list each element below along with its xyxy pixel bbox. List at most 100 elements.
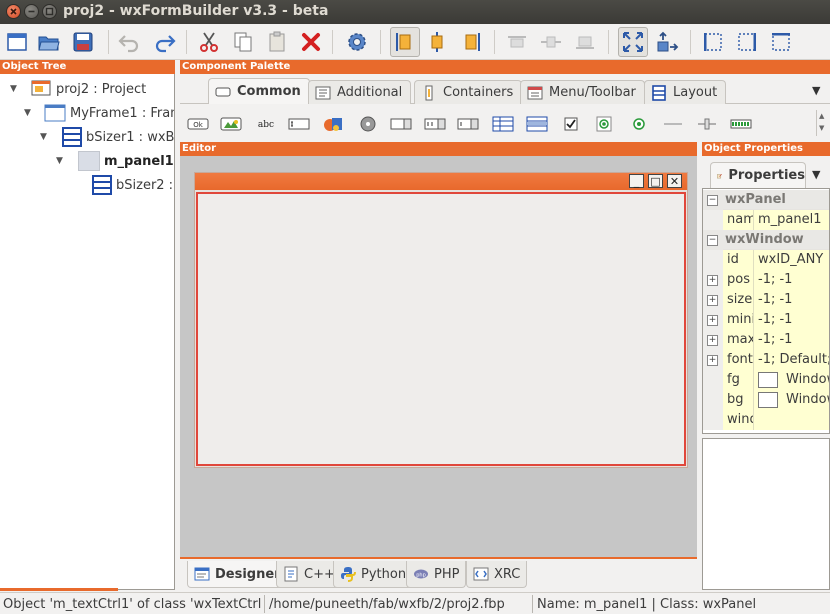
list-view-component-icon[interactable] [524, 114, 550, 134]
property-row-maximum-size[interactable]: +maximum_size-1; -1 [703, 330, 829, 350]
tab-xrc[interactable]: XRC [466, 561, 528, 588]
list-ctrl-component-icon[interactable] [455, 114, 481, 134]
combo-box-component-icon[interactable] [355, 114, 381, 134]
collapse-arrow-icon[interactable]: ▼ [56, 156, 66, 166]
align-center-v-button[interactable] [536, 27, 566, 57]
collapse-arrow-icon[interactable]: ▼ [40, 132, 50, 142]
text-ctrl-component-icon[interactable] [286, 114, 312, 134]
property-value[interactable]: wxID_ANY [753, 250, 829, 270]
collapse-icon[interactable]: − [707, 235, 718, 246]
tab-designer[interactable]: Designer [187, 561, 288, 588]
property-row-size[interactable]: + size -1; -1 [703, 290, 829, 310]
align-center-h-button[interactable] [422, 27, 452, 57]
scroll-down-icon[interactable]: ▼ [817, 122, 828, 134]
tree-item-frame[interactable]: ▼ MyFrame1 : Frame [24, 101, 174, 125]
properties-dropdown-icon[interactable]: ▼ [812, 168, 820, 181]
gauge-component-icon[interactable] [728, 114, 754, 134]
scroll-up-icon[interactable]: ▲ [817, 110, 828, 122]
grid-component-icon[interactable] [490, 114, 516, 134]
object-tree[interactable]: ▼ proj2 : Project ▼ MyFrame1 : Frame ▼ b… [0, 74, 175, 590]
property-value[interactable]: -1; -1 [753, 330, 829, 350]
tab-cpp[interactable]: C++ [276, 561, 342, 588]
static-text-component-icon[interactable]: abc [253, 114, 279, 134]
tab-additional[interactable]: Additional [308, 80, 412, 104]
property-row-minimum-size[interactable]: +minimum_size-1; -1 [703, 310, 829, 330]
tab-containers[interactable]: Containers [414, 80, 523, 104]
cut-button[interactable] [194, 27, 224, 57]
tab-properties[interactable]: Properties [710, 162, 806, 188]
property-row-pos[interactable]: + pos -1; -1 [703, 270, 829, 290]
new-project-button[interactable] [2, 27, 32, 57]
property-row-id[interactable]: id wxID_ANY [703, 250, 829, 270]
property-row-window-name[interactable]: window_name [703, 410, 829, 430]
property-value[interactable]: Window [753, 390, 829, 410]
panel-m-panel1[interactable] [196, 192, 686, 466]
expand-icon[interactable]: + [707, 315, 718, 326]
collapse-arrow-icon[interactable]: ▼ [10, 84, 20, 94]
tab-menu-toolbar[interactable]: Menu/Toolbar [520, 80, 645, 104]
button-component-icon[interactable]: Ok [185, 114, 211, 134]
radio-button-component-icon[interactable] [626, 114, 652, 134]
border-all-button[interactable] [766, 27, 796, 57]
property-category-wxwindow[interactable]: − wxWindow [703, 230, 829, 250]
checkbox-component-icon[interactable] [558, 114, 584, 134]
color-swatch[interactable] [758, 371, 778, 388]
expand-icon[interactable]: + [707, 355, 718, 366]
tree-item-bsizer2[interactable]: bSizer2 : wxBoxSizer [92, 173, 174, 197]
property-row-fg[interactable]: fg Window [703, 370, 829, 390]
property-value[interactable] [753, 410, 829, 430]
align-right-button[interactable] [456, 27, 486, 57]
paste-button[interactable] [262, 27, 292, 57]
property-row-bg[interactable]: bg Window [703, 390, 829, 410]
property-value[interactable]: m_panel1 [753, 210, 829, 230]
open-project-button[interactable] [34, 27, 64, 57]
collapse-icon[interactable]: − [707, 195, 718, 206]
property-row-name[interactable]: namem_panel1 [703, 210, 829, 230]
tree-item-bsizer1[interactable]: ▼ bSizer1 : wxBoxSizer [40, 125, 174, 149]
property-category-wxpanel[interactable]: − wxPanel [703, 190, 829, 210]
property-value[interactable]: -1; -1 [753, 310, 829, 330]
generate-code-button[interactable] [342, 27, 372, 57]
minimize-window-button[interactable] [24, 4, 39, 19]
property-row-font[interactable]: +font-1; Default; ; [703, 350, 829, 370]
collapse-arrow-icon[interactable]: ▼ [24, 108, 34, 118]
color-swatch[interactable] [758, 391, 778, 408]
tab-layout[interactable]: Layout [644, 80, 727, 104]
delete-button[interactable] [296, 27, 326, 57]
tree-item-project[interactable]: ▼ proj2 : Project [10, 77, 146, 101]
border-right-button[interactable] [732, 27, 762, 57]
property-value[interactable]: -1; -1 [753, 270, 829, 290]
tab-python[interactable]: Python [333, 561, 414, 588]
close-window-button[interactable] [6, 4, 21, 19]
maximize-window-button[interactable] [42, 4, 57, 19]
expand-icon[interactable]: + [707, 335, 718, 346]
align-top-button[interactable] [502, 27, 532, 57]
radio-box-component-icon[interactable] [591, 114, 617, 134]
copy-button[interactable] [228, 27, 258, 57]
slider-component-icon[interactable] [694, 114, 720, 134]
static-bitmap-component-icon[interactable] [320, 114, 346, 134]
expand-icon[interactable]: + [707, 275, 718, 286]
save-project-button[interactable] [68, 27, 98, 57]
bitmap-button-component-icon[interactable] [218, 114, 244, 134]
align-bottom-button[interactable] [570, 27, 600, 57]
property-value[interactable]: Window [753, 370, 829, 390]
expand-icon[interactable]: + [707, 295, 718, 306]
property-value[interactable]: -1; -1 [753, 290, 829, 310]
redo-button[interactable] [150, 27, 180, 57]
stretch-button[interactable] [652, 27, 682, 57]
static-line-component-icon[interactable] [660, 114, 686, 134]
palette-scroll-arrows[interactable]: ▲ ▼ [816, 110, 828, 136]
palette-dropdown-icon[interactable]: ▼ [812, 84, 820, 97]
tab-common[interactable]: Common [208, 78, 310, 104]
list-box-component-icon[interactable] [422, 114, 448, 134]
tree-item-panel[interactable]: ▼ m_panel1 : wxPanel [56, 149, 174, 173]
property-value[interactable]: -1; Default; ; [753, 350, 829, 370]
property-grid[interactable]: − wxPanel namem_panel1 − wxWindow idwxID… [702, 188, 830, 434]
choice-component-icon[interactable] [388, 114, 414, 134]
border-left-button[interactable] [698, 27, 728, 57]
tab-php[interactable]: php PHP [406, 561, 467, 588]
align-left-button[interactable] [390, 27, 420, 57]
undo-button[interactable] [114, 27, 144, 57]
expand-button[interactable] [618, 27, 648, 57]
